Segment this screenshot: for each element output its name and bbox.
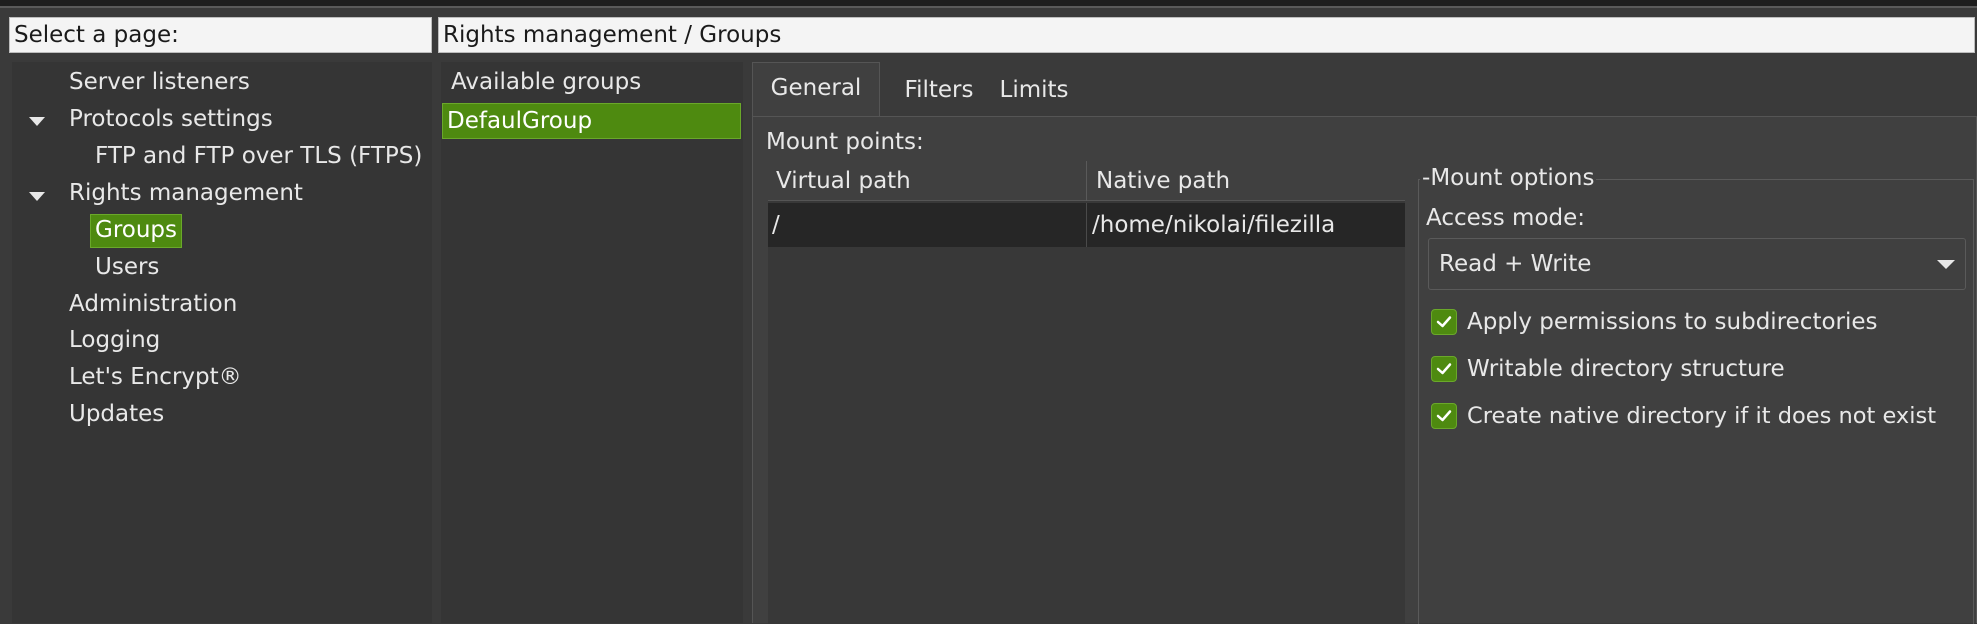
tree-item-users[interactable]: Users <box>95 250 159 284</box>
tab-label: General <box>770 75 862 101</box>
create-native-dir-label[interactable]: Create native directory if it does not e… <box>1467 399 1936 433</box>
group-list-item[interactable]: DefaulGroup <box>442 103 741 139</box>
tree-item-logging[interactable]: Logging <box>69 323 160 357</box>
column-divider[interactable] <box>1086 161 1087 201</box>
tab-limits[interactable]: Limits <box>994 65 1074 115</box>
expand-arrow-icon[interactable] <box>29 192 45 201</box>
access-mode-label: Access mode: <box>1426 205 1586 231</box>
expand-arrow-icon[interactable] <box>29 117 45 126</box>
access-mode-select[interactable]: Read + Write <box>1428 238 1966 290</box>
tree-item-label: Groups <box>95 217 178 243</box>
create-native-dir-checkbox[interactable] <box>1431 403 1457 429</box>
tree-item-label: Updates <box>69 401 165 427</box>
page-breadcrumb: Rights management / Groups <box>438 17 1975 53</box>
tree-item-ftp-ftps[interactable]: FTP and FTP over TLS (FTPS) <box>95 139 422 173</box>
tree-item-rights-management[interactable]: Rights management <box>69 176 303 210</box>
tree-item-protocols-settings[interactable]: Protocols settings <box>69 102 273 136</box>
window-top-edge <box>0 0 1977 8</box>
tree-item-label: Let's Encrypt® <box>69 364 242 390</box>
tree-item-label: Server listeners <box>69 69 250 95</box>
tab-label: Limits <box>999 77 1069 103</box>
tree-item-administration[interactable]: Administration <box>69 287 237 321</box>
column-header-native-path[interactable]: Native path <box>1096 161 1230 201</box>
tree-item-server-listeners[interactable]: Server listeners <box>69 65 250 99</box>
available-groups-panel: Available groups DefaulGroup <box>441 62 743 623</box>
tree-item-lets-encrypt[interactable]: Let's Encrypt® <box>69 360 242 394</box>
tab-general[interactable]: General <box>752 62 880 117</box>
general-tab-content: Mount points: Virtual path Native path /… <box>752 116 1977 624</box>
tab-filters[interactable]: Filters <box>884 65 994 115</box>
table-header: Virtual path Native path <box>768 161 1405 201</box>
native-path-cell[interactable]: /home/nikolai/filezilla <box>1092 203 1335 247</box>
select-page-label: Select a page: <box>9 17 432 53</box>
tree-item-label: Rights management <box>69 180 303 206</box>
check-icon <box>1436 410 1452 422</box>
table-row[interactable]: / /home/nikolai/filezilla <box>768 203 1405 247</box>
access-mode-value: Read + Write <box>1439 251 1592 277</box>
mount-options-title: -Mount options <box>1420 161 1597 195</box>
tree-item-label: Users <box>95 254 160 280</box>
mount-points-table: Virtual path Native path / /home/nikolai… <box>768 161 1405 624</box>
mount-options-group: -Mount options Access mode: Read + Write… <box>1418 161 1974 624</box>
tree-item-label: Logging <box>69 327 161 353</box>
column-header-virtual-path[interactable]: Virtual path <box>776 161 911 201</box>
mount-points-label: Mount points: <box>766 129 924 155</box>
cell-divider <box>1086 203 1087 247</box>
tree-item-label: Protocols settings <box>69 106 273 132</box>
apply-permissions-checkbox[interactable] <box>1431 309 1457 335</box>
apply-permissions-label[interactable]: Apply permissions to subdirectories <box>1467 305 1878 339</box>
group-name: DefaulGroup <box>447 108 593 134</box>
tree-item-updates[interactable]: Updates <box>69 397 164 431</box>
tree-item-label: FTP and FTP over TLS (FTPS) <box>95 143 423 169</box>
chevron-down-icon <box>1937 260 1955 269</box>
tree-item-label: Administration <box>69 291 238 317</box>
writable-structure-checkbox[interactable] <box>1431 356 1457 382</box>
writable-structure-label[interactable]: Writable directory structure <box>1467 352 1785 386</box>
page-tree: Server listeners Protocols settings FTP … <box>12 62 432 623</box>
check-icon <box>1436 363 1452 375</box>
available-groups-title: Available groups <box>451 69 642 95</box>
tab-label: Filters <box>904 77 974 103</box>
tree-item-groups[interactable]: Groups <box>90 214 183 248</box>
mount-options-title-text: Mount options <box>1430 165 1595 191</box>
check-icon <box>1436 316 1452 328</box>
virtual-path-cell[interactable]: / <box>772 203 780 247</box>
